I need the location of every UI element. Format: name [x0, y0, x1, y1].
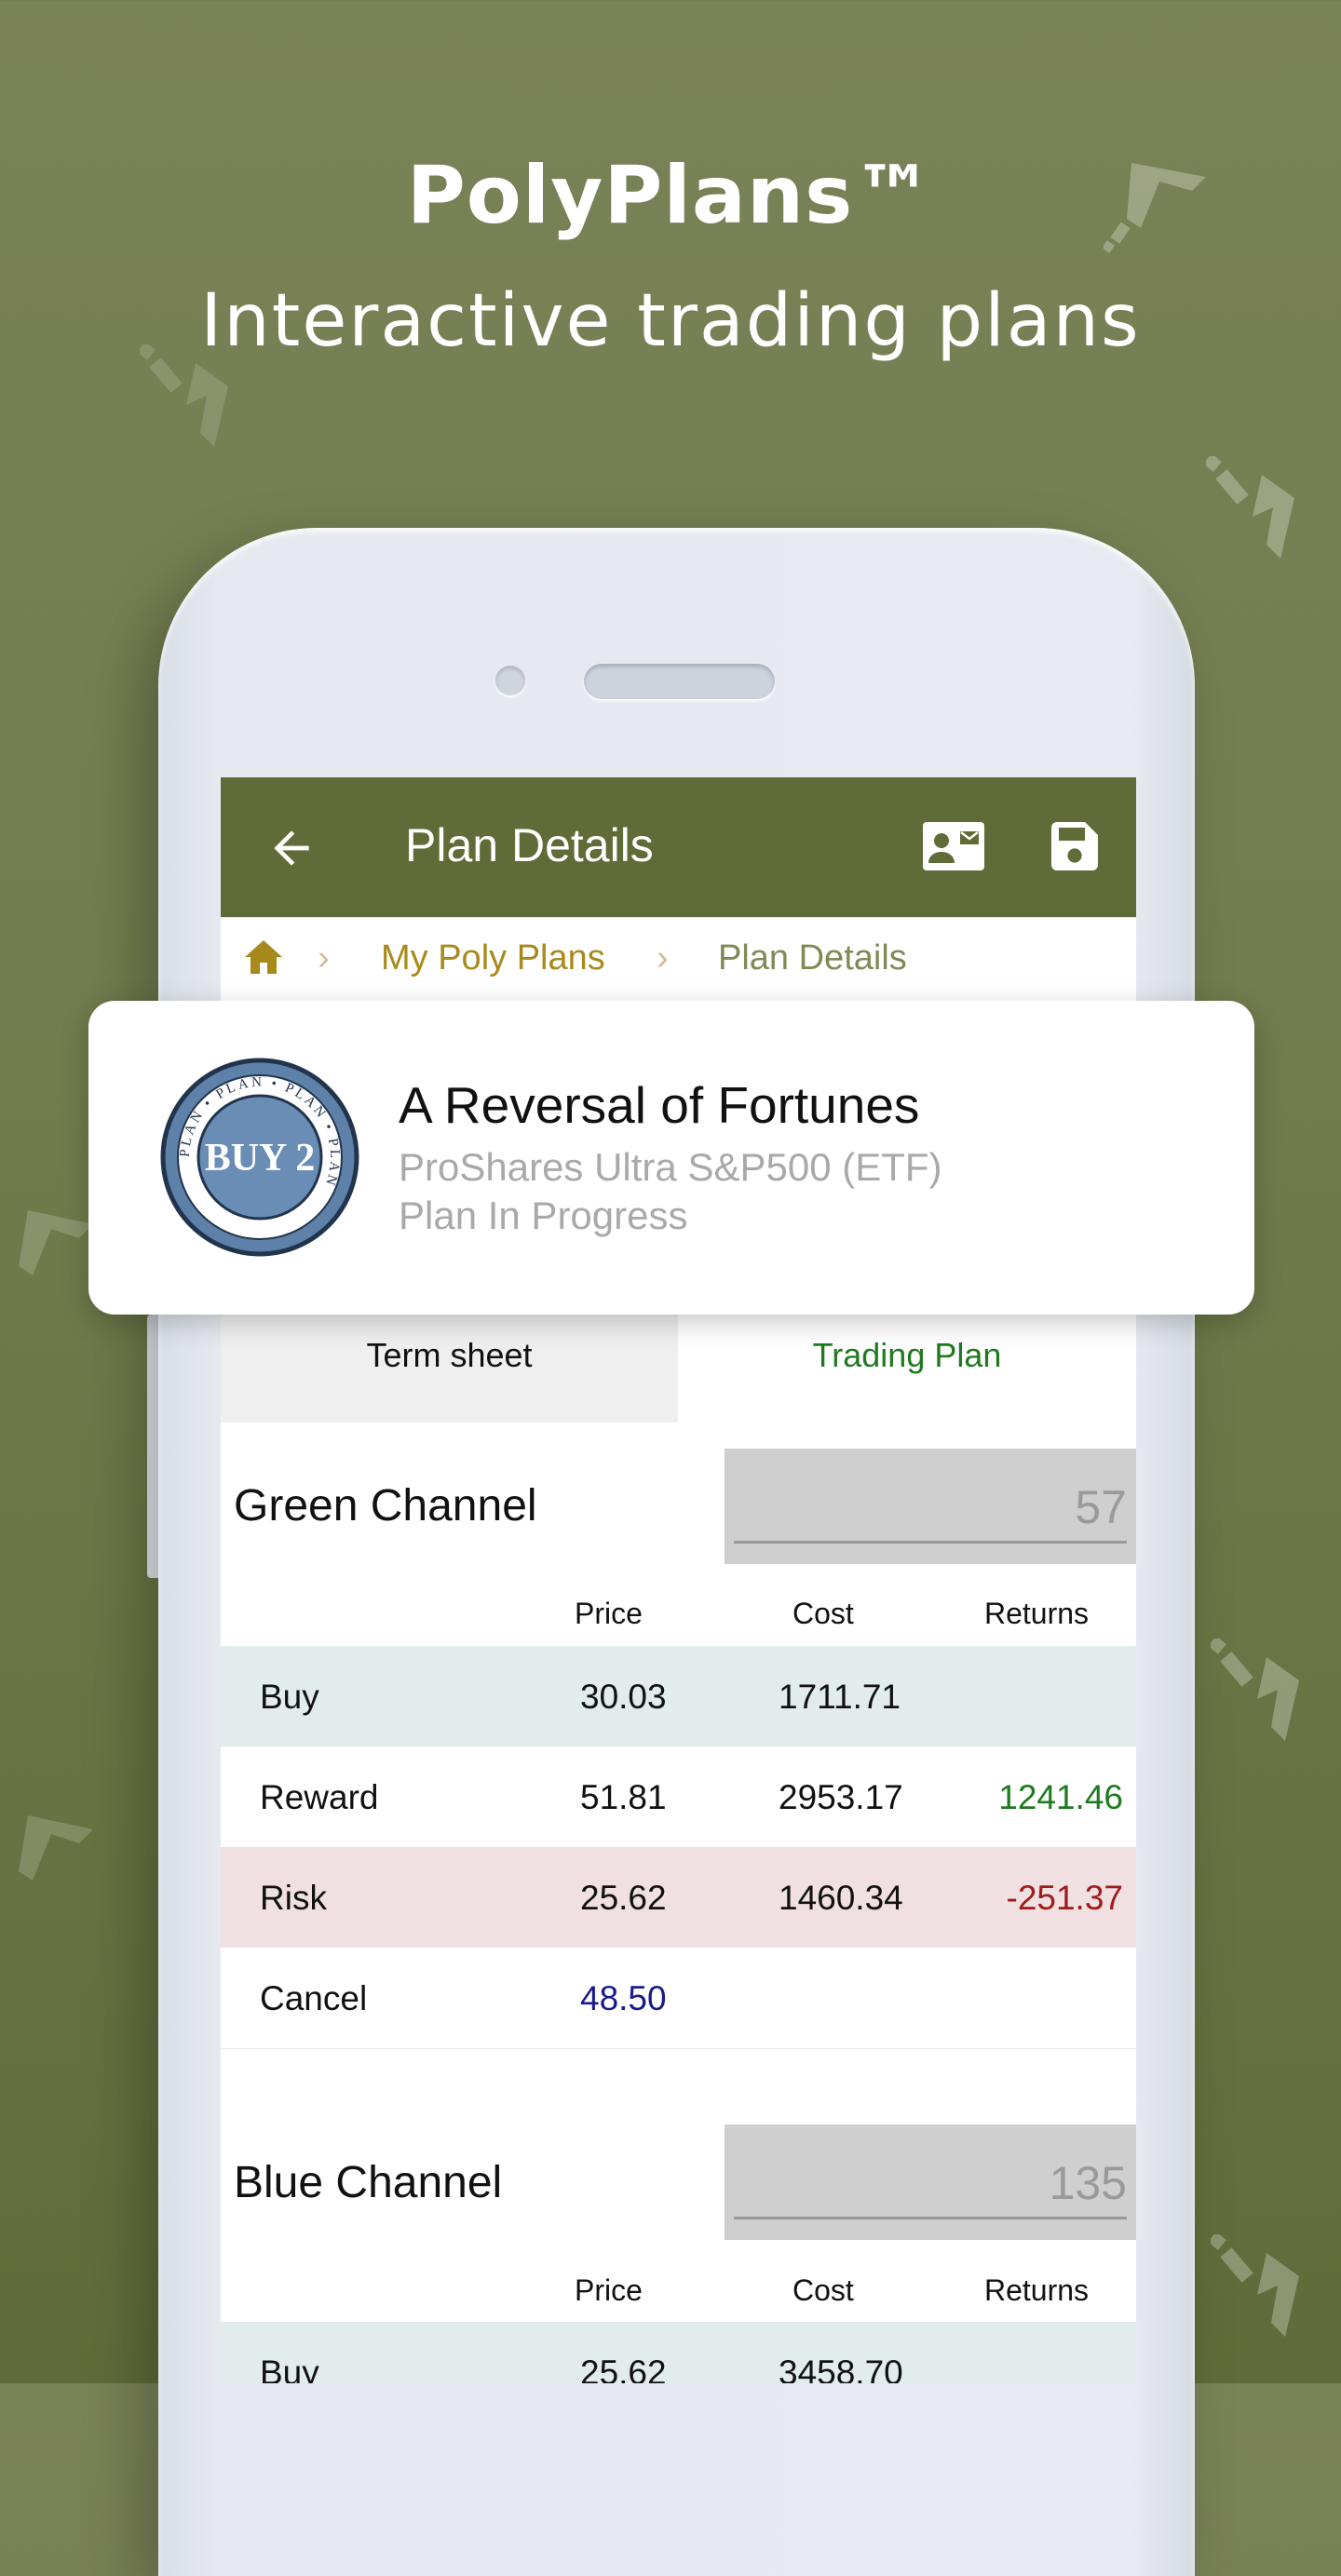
- column-header-price: Price: [575, 1597, 643, 1630]
- phone-speaker: [584, 664, 775, 699]
- plan-card[interactable]: BUY 2 PLAN • PLAN • PLAN • PLAN A Revers…: [88, 1001, 1254, 1315]
- row-price: 25.62: [580, 2353, 667, 2383]
- save-icon[interactable]: [1051, 822, 1098, 870]
- quantity-value: 57: [1075, 1481, 1127, 1533]
- table-row-buy: Buy 30.03 1711.71: [221, 1646, 1136, 1747]
- table-row-reward: Reward 51.81 2953.17 1241.46: [221, 1747, 1136, 1848]
- watermark-logo-icon: [1211, 1639, 1299, 1741]
- watermark-logo-icon: [19, 1210, 93, 1275]
- row-cost: 2953.17: [779, 1778, 903, 1816]
- watermark-logo-icon: [19, 1815, 93, 1881]
- breadcrumb-plan-details: Plan Details: [718, 938, 907, 978]
- column-header-cost: Cost: [792, 2273, 854, 2307]
- row-cost: 1711.71: [779, 1678, 901, 1716]
- chevron-right-icon: ›: [318, 938, 330, 978]
- row-label: Buy: [260, 1678, 319, 1716]
- channel-title: Green Channel: [234, 1481, 537, 1531]
- plan-name: A Reversal of Fortunes: [399, 1076, 920, 1134]
- quantity-input[interactable]: 135: [725, 2124, 1136, 2240]
- row-price-cancel: 48.50: [580, 1979, 667, 2017]
- column-header-returns: Returns: [984, 2273, 1090, 2307]
- column-header-cost: Cost: [792, 1597, 854, 1630]
- arrow-left-icon[interactable]: [265, 822, 318, 874]
- row-returns-negative: -251.37: [1006, 1879, 1124, 1917]
- contact-mail-icon[interactable]: [923, 822, 984, 870]
- breadcrumb: › My Poly Plans › Plan Details: [221, 917, 1136, 1002]
- column-header-price: Price: [575, 2273, 643, 2307]
- plan-status: Plan In Progress: [399, 1194, 688, 1237]
- tab-trading-plan[interactable]: Trading Plan: [678, 1315, 1136, 1423]
- table-row-buy: Buy 25.62 3458.70: [221, 2322, 1136, 2383]
- badge-label: BUY 2: [205, 1137, 316, 1180]
- phone-camera: [495, 666, 525, 695]
- chevron-right-icon: ›: [657, 938, 669, 978]
- row-price: 30.03: [580, 1678, 667, 1716]
- row-price: 51.81: [580, 1778, 667, 1816]
- column-header-returns: Returns: [984, 1597, 1090, 1630]
- app-bar: Plan Details: [221, 777, 1136, 917]
- table-row-risk: Risk 25.62 1460.34 -251.37: [221, 1847, 1136, 1949]
- phone-side-button: [147, 1315, 158, 1578]
- tab-bar: Term sheet Trading Plan: [221, 1315, 1136, 1423]
- input-underline: [734, 1541, 1127, 1544]
- watermark-logo-icon: [1211, 2234, 1299, 2337]
- row-returns-positive: 1241.46: [998, 1778, 1123, 1816]
- quantity-input[interactable]: 57: [725, 1449, 1136, 1564]
- row-label: Buy: [260, 2353, 319, 2383]
- row-label: Cancel: [260, 1979, 368, 2017]
- hero-subtitle: Interactive trading plans: [200, 279, 1141, 363]
- page-title: Plan Details: [405, 819, 654, 871]
- quantity-value: 135: [1049, 2157, 1127, 2209]
- watermark-logo-icon: [1206, 456, 1294, 559]
- row-label: Reward: [260, 1778, 379, 1816]
- breadcrumb-my-poly-plans[interactable]: My Poly Plans: [381, 938, 605, 978]
- channel-title: Blue Channel: [234, 2158, 503, 2207]
- tab-term-sheet[interactable]: Term sheet: [221, 1315, 678, 1423]
- buy-badge-icon: BUY 2 PLAN • PLAN • PLAN • PLAN: [160, 1058, 359, 1257]
- hero-title: PolyPlans™: [406, 149, 935, 242]
- row-cost: 1460.34: [779, 1879, 903, 1917]
- row-label: Risk: [260, 1879, 327, 1917]
- row-price: 25.62: [580, 1879, 667, 1917]
- row-cost: 3458.70: [779, 2353, 903, 2383]
- table-row-cancel: Cancel 48.50: [221, 1948, 1136, 2049]
- plan-instrument: ProShares Ultra S&P500 (ETF): [399, 1145, 942, 1189]
- home-icon[interactable]: [245, 940, 282, 974]
- input-underline: [734, 2217, 1127, 2219]
